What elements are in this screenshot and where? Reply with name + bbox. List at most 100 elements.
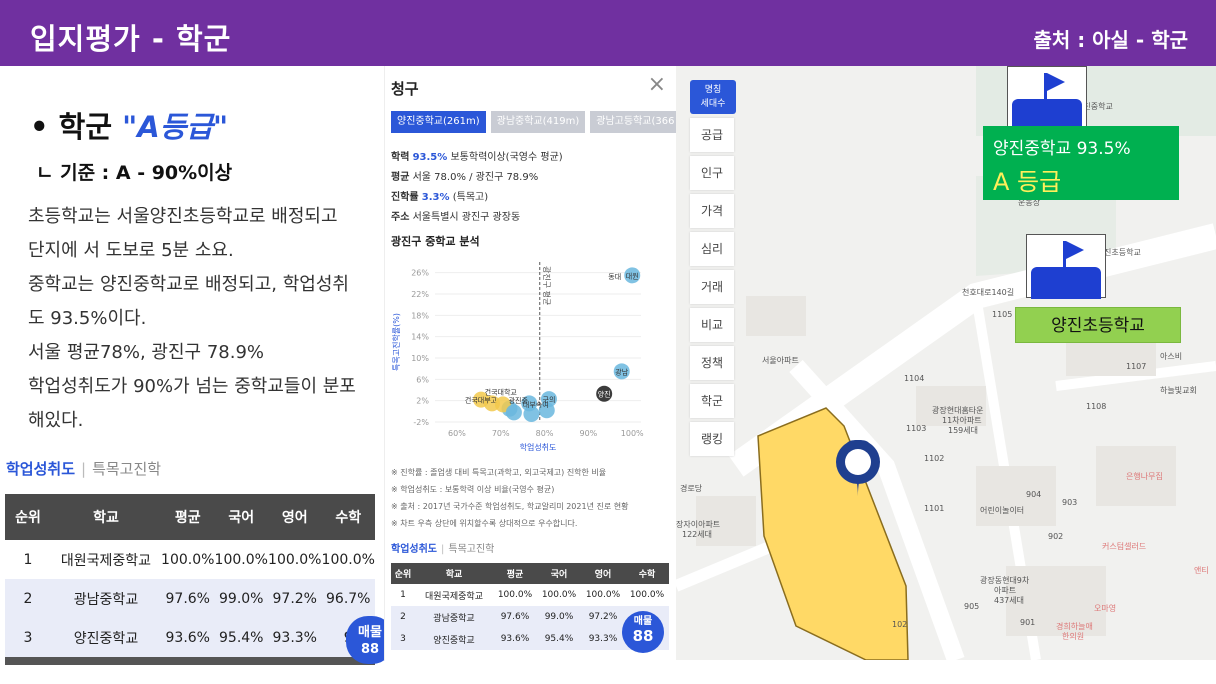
building-number: 1107 bbox=[1126, 362, 1147, 371]
name-household-toggle[interactable]: 명칭 세대수 bbox=[690, 80, 736, 114]
slide-title: 입지평가 - 학군 bbox=[30, 22, 232, 56]
point-label: 대부속여 bbox=[523, 400, 549, 409]
tab-gwangnam-high[interactable]: 광남고등학교(366 bbox=[590, 111, 676, 133]
building-number: 902 bbox=[1048, 532, 1064, 541]
map-label: 하늘빛교회 bbox=[1160, 386, 1197, 395]
note: ※ 진학률 : 졸업생 대비 특목고(과학고, 외고국제고) 진학한 비율 bbox=[391, 468, 607, 477]
building-number: 905 bbox=[964, 602, 980, 611]
building-number: 904 bbox=[1026, 490, 1042, 499]
tool-supply[interactable]: 공급 bbox=[690, 118, 734, 152]
cell: 양진중학교 bbox=[415, 628, 493, 650]
description-line: 서울 평균78%, 광진구 78.9% bbox=[28, 342, 264, 363]
tool-school-district[interactable]: 학군 bbox=[690, 384, 734, 418]
info-label: 학력 bbox=[391, 152, 410, 163]
tab-special-high[interactable]: 특목고진학 bbox=[448, 544, 494, 555]
info-value: 3.3% bbox=[421, 192, 450, 203]
map-label: 은행나무집 bbox=[1126, 472, 1163, 481]
column-header: 국어 bbox=[537, 563, 581, 584]
tool-sentiment[interactable]: 심리 bbox=[690, 232, 734, 266]
tab-yangjin-middle[interactable]: 양진중학교(261m) bbox=[391, 111, 486, 133]
x-tick-label: 90% bbox=[580, 429, 598, 438]
heading-prefix: 학군 bbox=[58, 110, 113, 144]
description-line: 초등학교는 서울양진초등학교로 배정되고 bbox=[28, 206, 338, 227]
analysis-title: 광진구 중학교 분석 bbox=[391, 235, 480, 248]
y-tick-label: -2% bbox=[413, 418, 429, 427]
column-header: 순위 bbox=[5, 494, 51, 540]
y-axis-title: 특목고진학률(%) bbox=[391, 313, 401, 371]
data-point bbox=[505, 404, 522, 421]
y-tick-label: 18% bbox=[411, 311, 429, 320]
tab-achievement[interactable]: 학업성취도 bbox=[6, 460, 75, 478]
map-label: 아파트 bbox=[994, 586, 1017, 595]
cell: 95.4% bbox=[537, 628, 581, 650]
point-label: 건국대부고 bbox=[465, 396, 498, 405]
map-label: 광장현대홈타운 bbox=[932, 406, 984, 415]
listing-count-bubble[interactable]: 매물 88 bbox=[622, 611, 664, 653]
info-address: 주소 서울특별시 광진구 광장동 bbox=[391, 208, 563, 228]
cell: 3 bbox=[391, 628, 415, 650]
tool-price[interactable]: 가격 bbox=[690, 194, 734, 228]
cell: 93.6% bbox=[161, 618, 215, 657]
building-number: 1104 bbox=[904, 374, 925, 383]
map-label: 한의원 bbox=[1062, 632, 1085, 641]
school-info: 학력 93.5% 보통학력이상(국영수 평균) 평균 서울 78.0% / 광진… bbox=[391, 148, 563, 228]
point-label: 동대 bbox=[608, 273, 621, 281]
description-line: 학업성취도가 90%가 넘는 중학교들이 분포 bbox=[28, 376, 356, 397]
info-label: 평균 bbox=[391, 172, 410, 183]
tool-population[interactable]: 인구 bbox=[690, 156, 734, 190]
map-label: 경희하늘애 bbox=[1056, 622, 1093, 631]
cell: 100.0% bbox=[268, 551, 322, 568]
close-icon[interactable]: × bbox=[648, 72, 666, 97]
column-header: 평균 bbox=[493, 563, 537, 584]
callout-school: 양진중학교 93.5% bbox=[993, 139, 1131, 159]
elementary-callout: 양진초등학교 bbox=[1015, 307, 1181, 343]
building-number: 1105 bbox=[992, 310, 1013, 319]
tool-ranking[interactable]: 랭킹 bbox=[690, 422, 734, 456]
table-row[interactable]: 1 대원국제중학교 100.0% 100.0% 100.0% 100.0% bbox=[391, 584, 669, 606]
table-row[interactable]: 1 대원국제중학교 100.0% 100.0% 100.0% 100.0% bbox=[5, 540, 375, 579]
cell: 100.0% bbox=[214, 551, 268, 568]
cell: 100.0% bbox=[585, 590, 621, 600]
cell: 97.2% bbox=[581, 606, 625, 628]
school-flag-icon bbox=[1007, 66, 1087, 131]
map-label: 159세대 bbox=[948, 426, 978, 435]
table-row[interactable]: 2 광남중학교 97.6% 99.0% 97.2% 96.7% bbox=[5, 579, 375, 618]
tab-special-high[interactable]: 특목고진학 bbox=[92, 460, 161, 478]
building-number: 1108 bbox=[1086, 402, 1107, 411]
map-label: 오마영 bbox=[1094, 604, 1117, 613]
info-average: 평균 서울 78.0% / 광진구 78.9% bbox=[391, 168, 563, 188]
map-label: 장자이아파트 bbox=[676, 520, 721, 529]
point-label: 대원 bbox=[626, 271, 639, 280]
description-line: 해있다. bbox=[28, 410, 84, 431]
map-label: 앤티 bbox=[1194, 566, 1209, 575]
bubble-value: 88 bbox=[632, 627, 654, 645]
cell: 대원국제중학교 bbox=[60, 552, 152, 569]
tool-compare[interactable]: 비교 bbox=[690, 308, 734, 342]
description-line: 중학교는 양진중학교로 배정되고, 학업성취 bbox=[28, 274, 349, 295]
tab-achievement[interactable]: 학업성취도 bbox=[391, 544, 437, 555]
cell: 광남중학교 bbox=[415, 606, 493, 628]
note: ※ 학업성취도 : 보통학력 이상 비율(국영수 평균) bbox=[391, 485, 555, 494]
map-label: 11차아파트 bbox=[942, 416, 982, 425]
column-header: 영어 bbox=[581, 563, 625, 584]
map-label: 경로당 bbox=[680, 484, 703, 493]
tab-gwangnam-middle[interactable]: 광남중학교(419m) bbox=[490, 111, 586, 133]
tool-policy[interactable]: 정책 bbox=[690, 346, 734, 380]
y-tick-label: 10% bbox=[411, 354, 429, 363]
info-note: (특목고) bbox=[452, 192, 489, 203]
info-advance: 진학률 3.3% (특목고) bbox=[391, 188, 563, 208]
tool-transactions[interactable]: 거래 bbox=[690, 270, 734, 304]
column-header: 학교 bbox=[51, 494, 161, 540]
panel-table-tabs: 학업성취도 | 특목고진학 bbox=[391, 540, 494, 555]
map-label: 아스비 bbox=[1160, 352, 1183, 361]
chart-notes: ※ 진학률 : 졸업생 대비 특목고(과학고, 외고국제고) 진학한 비율 ※ … bbox=[391, 464, 628, 532]
note: ※ 차트 우측 상단에 위치할수록 상대적으로 우수합니다. bbox=[391, 519, 578, 528]
description-line: 도 93.5%이다. bbox=[28, 308, 147, 329]
column-header: 평균 bbox=[161, 494, 215, 540]
map-label: 천호대로140길 bbox=[962, 288, 1015, 297]
cell: 95.4% bbox=[214, 618, 268, 657]
map-label: 122세대 bbox=[682, 530, 712, 539]
cell: 100.0% bbox=[497, 590, 533, 600]
table-row[interactable]: 3 양진중학교 93.6% 95.4% 93.3% 9 bbox=[5, 618, 375, 657]
site-polygon[interactable] bbox=[757, 407, 909, 660]
